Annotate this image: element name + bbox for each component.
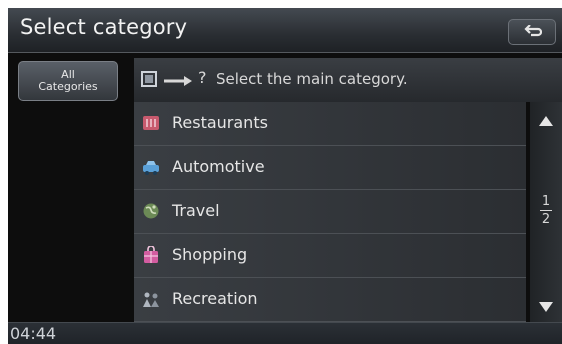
hint-row: ? Select the main category. — [134, 58, 562, 102]
nav-screen: Select category All Categories ? Select … — [8, 8, 562, 344]
status-bar: 04:44 — [8, 322, 562, 344]
car-icon — [143, 161, 159, 175]
scroll-down-arrow-icon[interactable] — [536, 296, 556, 316]
list-item-label: Automotive — [172, 157, 265, 176]
category-arrow-icon — [141, 71, 192, 87]
header-bar: Select category — [8, 8, 562, 53]
list-item-automotive[interactable]: Automotive — [134, 146, 526, 190]
back-arrow-icon — [524, 25, 542, 37]
page-current: 1 — [541, 194, 551, 209]
all-categories-label-line2: Categories — [38, 80, 98, 93]
page-total: 2 — [541, 212, 551, 227]
list-item-label: Travel — [172, 201, 220, 220]
scroll-up-arrow-icon[interactable] — [536, 112, 556, 132]
scrollbar[interactable]: 1 2 — [530, 102, 562, 328]
back-button[interactable] — [508, 19, 556, 45]
clock: 04:44 — [10, 324, 57, 343]
list-item-label: Shopping — [172, 245, 248, 264]
list-item-recreation[interactable]: Recreation — [134, 278, 526, 322]
globe-icon — [143, 203, 159, 219]
hint-text: Select the main category. — [216, 70, 408, 88]
list-item-travel[interactable]: Travel — [134, 190, 526, 234]
list-item-label: Restaurants — [172, 113, 268, 132]
page-divider — [540, 210, 552, 211]
all-categories-button[interactable]: All Categories — [18, 61, 118, 101]
list-item-shopping[interactable]: Shopping — [134, 234, 526, 278]
restaurant-icon — [143, 116, 159, 130]
page-title: Select category — [20, 15, 188, 39]
shopping-bag-icon — [144, 246, 158, 263]
recreation-icon — [143, 292, 159, 307]
list-item-restaurants[interactable]: Restaurants — [134, 102, 526, 146]
list-item-label: Recreation — [172, 289, 258, 308]
hint-question-mark: ? — [198, 68, 207, 87]
category-list: Restaurants Automotive Travel Shopping R… — [134, 102, 526, 328]
